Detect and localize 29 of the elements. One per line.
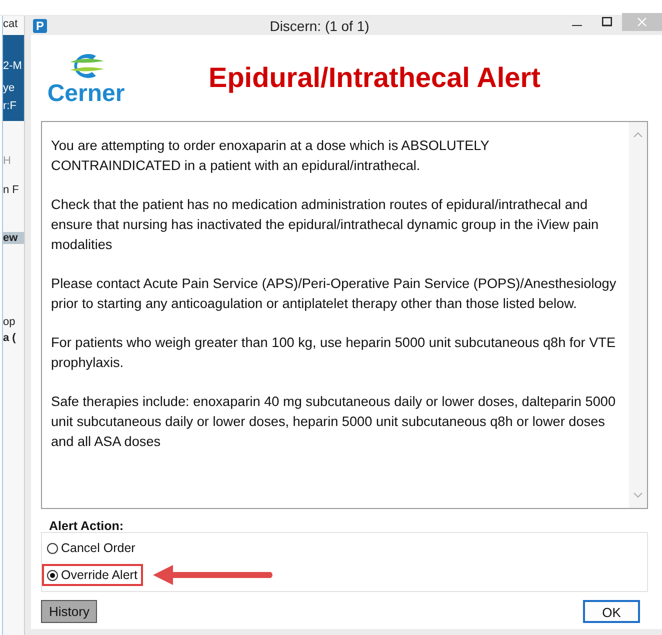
scroll-up-icon[interactable] [633, 132, 643, 138]
maximize-icon [602, 16, 612, 26]
background-text: ew [3, 232, 24, 244]
message-paragraph: Please contact Acute Pain Service (APS)/Peri-Operative Pain Service (POPS)/Anesthesiology prior to starting any anticoagulation or antiplatelet therapy other than those listed below. [51, 275, 618, 313]
message-paragraph: Check that the patient has no medication administration routes of epidural/intrathecal and ensure that nursing has inactivated the epidural/intrathecal dynamic group in the iView pain modalities [51, 196, 600, 254]
background-text: ye [3, 82, 16, 94]
ok-button[interactable]: OK [583, 600, 640, 623]
radio-option[interactable]: Override Alert [47, 568, 138, 582]
close-icon [637, 16, 647, 26]
history-button[interactable]: History [41, 600, 98, 623]
background-text: 2-M [3, 60, 23, 72]
background-text: n F [3, 184, 20, 196]
message-paragraph: For patients who weigh greater than 100 kg, use heparin 5000 unit subcutaneous q8h for VTE prophylaxis. [51, 334, 617, 372]
message-paragraph: You are attempting to order enoxaparin at a dose which is ABSOLUTELY CONTRAINDICATED in a patient with an epidural/intrathecal. [51, 137, 490, 175]
app-icon: P [33, 18, 47, 32]
scroll-down-icon[interactable] [633, 492, 643, 498]
scrollbar[interactable] [629, 122, 647, 508]
alert-title: Epidural/Intrathecal Alert [208, 62, 542, 94]
minimize-icon [572, 25, 582, 26]
logo-text: Cerner [47, 82, 125, 106]
group-label: Alert Action: [49, 519, 125, 533]
background-text: op [3, 316, 16, 328]
background-text: cat [3, 18, 19, 30]
background-text: H [3, 155, 12, 167]
window-title: Discern: (1 of 1) [268, 18, 370, 34]
background-text: r:F [3, 100, 18, 112]
background-text: a ( [3, 332, 17, 344]
radio-option[interactable]: Cancel Order [47, 541, 136, 555]
message-paragraph: Safe therapies include: enoxaparin 40 mg subcutaneous daily or lower doses, dalteparin 5000 unit subcutaneous daily or lower doses, heparin 5000 unit subcutaneous q8h or lower doses and all ASA doses [51, 393, 617, 451]
